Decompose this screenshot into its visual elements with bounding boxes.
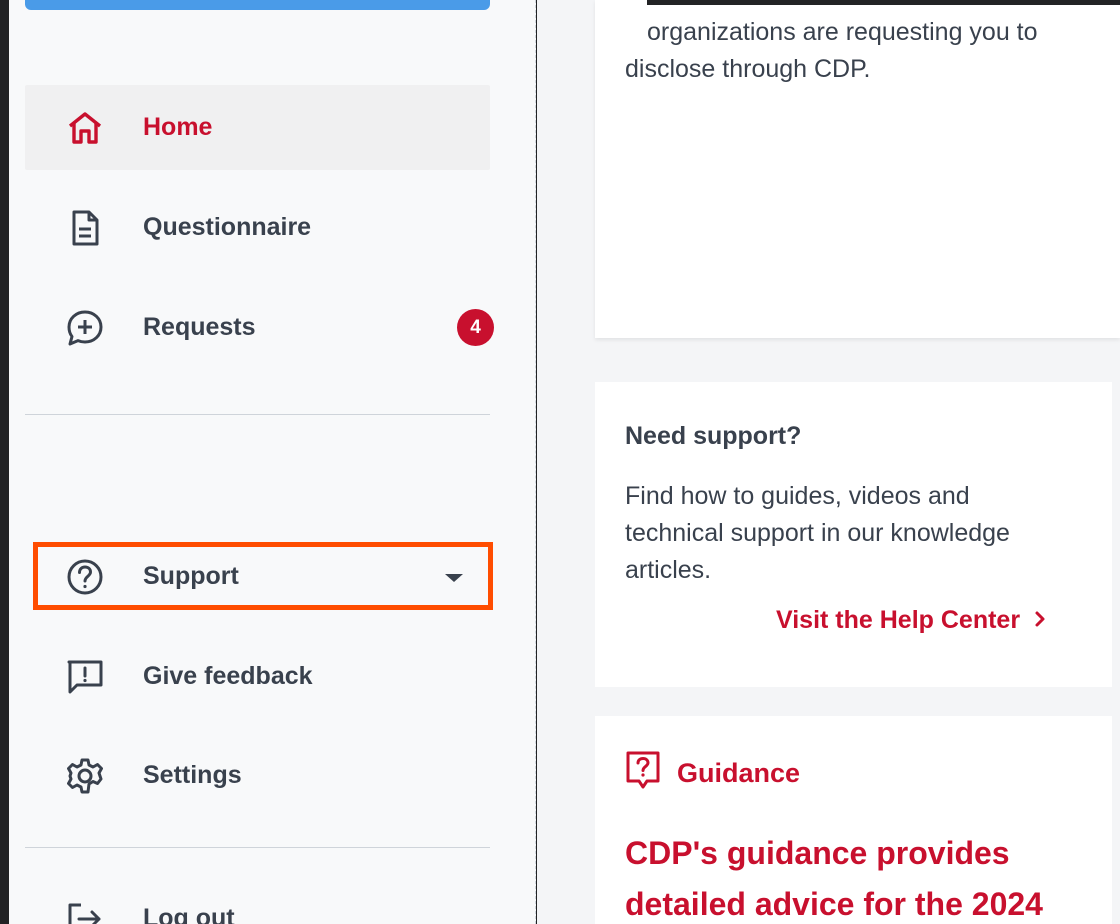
guidance-card: Guidance CDP's guidance provides detaile… <box>595 716 1112 924</box>
requests-count-badge: 4 <box>457 309 494 346</box>
sidebar-item-give-feedback[interactable]: Give feedback <box>25 634 490 719</box>
chevron-right-icon <box>1034 606 1046 635</box>
gear-icon <box>65 756 105 796</box>
sidebar-item-label: Settings <box>143 761 242 789</box>
sidebar-item-home[interactable]: Home <box>25 85 490 170</box>
sidebar-item-label: Questionnaire <box>143 213 312 241</box>
logout-icon <box>65 899 105 924</box>
disclosure-requests-card: organizations are requesting you to disc… <box>595 0 1120 338</box>
feedback-icon <box>65 657 105 697</box>
sidebar-item-label: Home <box>143 113 213 141</box>
home-icon <box>65 108 105 148</box>
sidebar-item-requests[interactable]: Requests 4 <box>25 285 494 370</box>
sidebar-divider <box>25 414 490 415</box>
help-center-link[interactable]: Visit the Help Center <box>776 606 1046 635</box>
help-center-link-label: Visit the Help Center <box>776 606 1021 634</box>
sidebar-item-log-out[interactable]: Log out <box>25 876 490 924</box>
top-edge-strip <box>647 0 1120 5</box>
support-card: Need support? Find how to guides, videos… <box>595 382 1112 687</box>
guidance-headline[interactable]: CDP's guidance provides detailed advice … <box>625 828 1095 924</box>
document-icon <box>65 208 105 248</box>
sidebar-divider <box>25 847 490 848</box>
chat-plus-icon <box>65 308 105 348</box>
sidebar-item-label: Log out <box>143 904 235 924</box>
sidebar-top-bar <box>25 0 490 10</box>
sidebar-item-questionnaire[interactable]: Questionnaire <box>25 185 490 270</box>
help-square-icon <box>625 750 661 797</box>
disclosure-requests-text: organizations are requesting you to disc… <box>625 18 1038 83</box>
guidance-label: Guidance <box>677 758 801 788</box>
support-card-description: Find how to guides, videos and technical… <box>625 482 1010 584</box>
sidebar-item-label: Give feedback <box>143 662 313 690</box>
sidebar-item-settings[interactable]: Settings <box>25 733 490 818</box>
support-highlight-box <box>33 542 493 610</box>
guidance-label-row: Guidance <box>625 750 800 797</box>
support-card-title: Need support? <box>625 422 802 450</box>
sidebar-item-label: Requests <box>143 313 256 341</box>
sidebar: Home Questionnaire Requests 4 Support Gi… <box>9 0 536 924</box>
